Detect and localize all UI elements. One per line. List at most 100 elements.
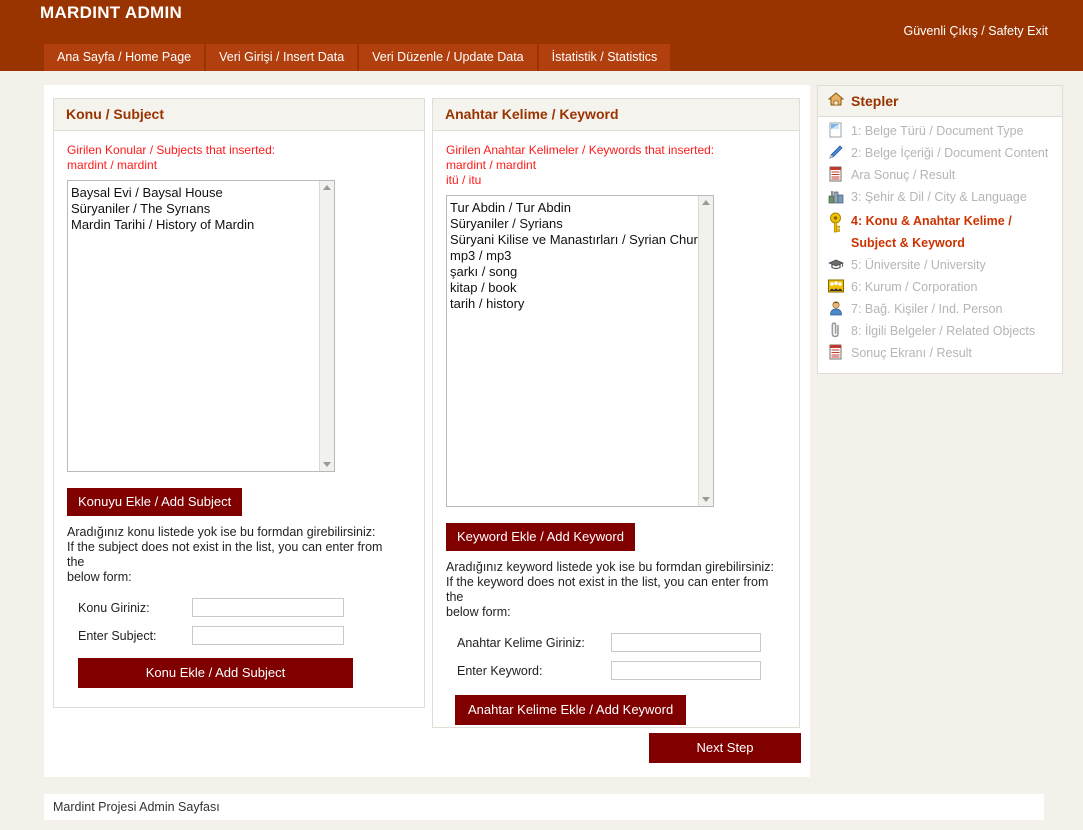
- list-item[interactable]: Süryaniler / Syrians: [450, 216, 713, 232]
- list-item[interactable]: kitap / book: [450, 280, 713, 296]
- list-item[interactable]: Süryaniler / The Syrıans: [71, 201, 334, 217]
- subject-help-line-en-1: If the subject does not exist in the lis…: [67, 540, 383, 569]
- sidebar-step-label: 6: Kurum / Corporation: [851, 280, 978, 294]
- sidebar-step-city-language[interactable]: 3: Şehir & Dil / City & Language: [818, 187, 1062, 209]
- list-item[interactable]: Baysal Evi / Baysal House: [71, 185, 334, 201]
- sidebar-step-label: 7: Bağ. Kişiler / Ind. Person: [851, 302, 1003, 316]
- brand-title: MARDINT ADMIN: [40, 3, 183, 22]
- next-step-container: Next Step: [53, 733, 801, 763]
- list-item[interactable]: mp3 / mp3: [450, 248, 713, 264]
- sidebar-step-label: 8: İlgili Belgeler / Related Objects: [851, 324, 1036, 338]
- list-item[interactable]: tarih / history: [450, 296, 713, 312]
- sidebar-step-label: 2: Belge İçeriği / Document Content: [851, 146, 1049, 160]
- keyword-inserted-item: mardint / mardint: [446, 158, 537, 172]
- main-content-container: Konu / Subject Girilen Konular / Subject…: [44, 85, 810, 777]
- sidebar-step-document-content[interactable]: 2: Belge İçeriği / Document Content: [818, 143, 1062, 165]
- subject-panel-body: Girilen Konular / Subjects that inserted…: [54, 131, 424, 698]
- key-icon: [828, 210, 845, 233]
- pencil-icon: [828, 144, 845, 162]
- subject-en-label: Enter Subject:: [78, 628, 157, 643]
- keyword-tr-row: Anahtar Kelime Giriniz:: [446, 633, 786, 652]
- sidebar-step-subject-keyword[interactable]: 4: Konu & Anahtar Kelime / Subject & Key…: [818, 209, 1062, 255]
- person-icon: [828, 300, 845, 318]
- submit-subject-button[interactable]: Konu Ekle / Add Subject: [78, 658, 353, 688]
- tab-statistics[interactable]: İstatistik / Statistics: [538, 44, 671, 71]
- subject-panel: Konu / Subject Girilen Konular / Subject…: [53, 98, 425, 708]
- subject-panel-title: Konu / Subject: [54, 99, 424, 131]
- scroll-down-arrow-icon[interactable]: [702, 497, 710, 502]
- add-selected-subject-button[interactable]: Konuyu Ekle / Add Subject: [67, 488, 243, 516]
- sidebar-step-interim-result[interactable]: Ara Sonuç / Result: [818, 165, 1062, 187]
- next-step-button[interactable]: Next Step: [649, 733, 801, 763]
- subject-listbox-options: Baysal Evi / Baysal House Süryaniler / T…: [68, 181, 334, 233]
- scroll-down-arrow-icon[interactable]: [323, 462, 331, 467]
- keyword-listbox-scrollbar[interactable]: [698, 196, 713, 506]
- keyword-inserted-item: itü / itu: [446, 173, 482, 187]
- sidebar-step-final-result[interactable]: Sonuç Ekranı / Result: [818, 343, 1062, 365]
- keyword-inserted-note: Girilen Anahtar Kelimeler / Keywords tha…: [446, 143, 786, 188]
- sidebar-step-university[interactable]: 5: Üniversite / University: [818, 255, 1062, 277]
- keyword-tr-input[interactable]: [611, 633, 761, 652]
- scroll-up-arrow-icon[interactable]: [323, 185, 331, 190]
- city-icon: [828, 188, 845, 206]
- keyword-help-line-en-2: below form:: [446, 605, 511, 619]
- keyword-tr-label: Anahtar Kelime Giriniz:: [457, 635, 585, 650]
- steps-sidebar: Stepler 1: Belge Türü / Document Type 2:…: [817, 85, 1063, 449]
- keyword-listbox[interactable]: Tur Abdin / Tur Abdin Süryaniler / Syria…: [446, 195, 714, 507]
- list-item[interactable]: Süryani Kilise ve Manastırları / Syrian …: [450, 232, 713, 248]
- subject-inserted-note: Girilen Konular / Subjects that inserted…: [67, 143, 411, 173]
- keyword-en-row: Enter Keyword:: [446, 661, 786, 680]
- steps-list: 1: Belge Türü / Document Type 2: Belge İ…: [818, 117, 1062, 373]
- list-item[interactable]: Tur Abdin / Tur Abdin: [450, 200, 713, 216]
- subject-en-row: Enter Subject:: [67, 626, 411, 645]
- graduation-cap-icon: [828, 256, 845, 274]
- keyword-panel-title: Anahtar Kelime / Keyword: [433, 99, 799, 131]
- sidebar-step-individual-person[interactable]: 7: Bağ. Kişiler / Ind. Person: [818, 299, 1062, 321]
- list-icon: [828, 344, 845, 362]
- subject-listbox[interactable]: Baysal Evi / Baysal House Süryaniler / T…: [67, 180, 335, 472]
- sidebar-step-label: 5: Üniversite / University: [851, 258, 986, 272]
- subject-help-line-tr: Aradığınız konu listede yok ise bu formd…: [67, 525, 376, 539]
- keyword-help-text: Aradığınız keyword listede yok ise bu fo…: [446, 560, 776, 620]
- subject-tr-input[interactable]: [192, 598, 344, 617]
- subject-tr-label: Konu Giriniz:: [78, 600, 150, 615]
- footer-text: Mardint Projesi Admin Sayfası: [44, 794, 1044, 820]
- keyword-panel-body: Girilen Anahtar Kelimeler / Keywords tha…: [433, 131, 799, 735]
- subject-en-input[interactable]: [192, 626, 344, 645]
- people-group-icon: [828, 278, 845, 296]
- subject-tr-row: Konu Giriniz:: [67, 598, 411, 617]
- home-icon: [827, 92, 845, 109]
- sidebar-step-corporation[interactable]: 6: Kurum / Corporation: [818, 277, 1062, 299]
- site-footer: Mardint Projesi Admin Sayfası: [0, 790, 1083, 830]
- tab-home[interactable]: Ana Sayfa / Home Page: [44, 44, 205, 71]
- paperclip-icon: [828, 322, 845, 340]
- sidebar-step-label: 4: Konu & Anahtar Kelime / Subject & Key…: [851, 214, 1012, 250]
- sidebar-step-label: 3: Şehir & Dil / City & Language: [851, 190, 1027, 204]
- tab-update-data[interactable]: Veri Düzenle / Update Data: [359, 44, 537, 71]
- submit-keyword-button[interactable]: Anahtar Kelime Ekle / Add Keyword: [455, 695, 687, 725]
- subject-inserted-item: mardint / mardint: [67, 158, 158, 172]
- scroll-up-arrow-icon[interactable]: [702, 200, 710, 205]
- add-selected-keyword-button[interactable]: Keyword Ekle / Add Keyword: [446, 523, 635, 551]
- subject-help-text: Aradığınız konu listede yok ise bu formd…: [67, 525, 397, 585]
- keyword-inserted-header: Girilen Anahtar Kelimeler / Keywords tha…: [446, 143, 715, 157]
- steps-sidebar-header: Stepler: [818, 86, 1062, 117]
- sidebar-step-document-type[interactable]: 1: Belge Türü / Document Type: [818, 121, 1062, 143]
- subject-form-rows: Konu Giriniz: Enter Subject: Konu Ekle /…: [67, 598, 411, 688]
- list-item[interactable]: şarkı / song: [450, 264, 713, 280]
- keyword-en-input[interactable]: [611, 661, 761, 680]
- steps-sidebar-title: Stepler: [851, 92, 899, 109]
- page-body: Konu / Subject Girilen Konular / Subject…: [0, 71, 1083, 830]
- logout-link[interactable]: Güvenli Çıkış / Safety Exit: [904, 24, 1049, 38]
- list-item[interactable]: Mardin Tarihi / History of Mardin: [71, 217, 334, 233]
- sidebar-step-label: 1: Belge Türü / Document Type: [851, 124, 1024, 138]
- tab-insert-data[interactable]: Veri Girişi / Insert Data: [206, 44, 358, 71]
- keyword-panel: Anahtar Kelime / Keyword Girilen Anahtar…: [432, 98, 800, 728]
- site-header: MARDINT ADMIN Güvenli Çıkış / Safety Exi…: [0, 0, 1083, 71]
- keyword-form-rows: Anahtar Kelime Giriniz: Enter Keyword: A…: [446, 633, 786, 725]
- keyword-help-line-tr: Aradığınız keyword listede yok ise bu fo…: [446, 560, 774, 574]
- document-type-icon: [828, 122, 845, 140]
- subject-listbox-scrollbar[interactable]: [319, 181, 334, 471]
- sidebar-step-related-objects[interactable]: 8: İlgili Belgeler / Related Objects: [818, 321, 1062, 343]
- keyword-en-label: Enter Keyword:: [457, 663, 543, 678]
